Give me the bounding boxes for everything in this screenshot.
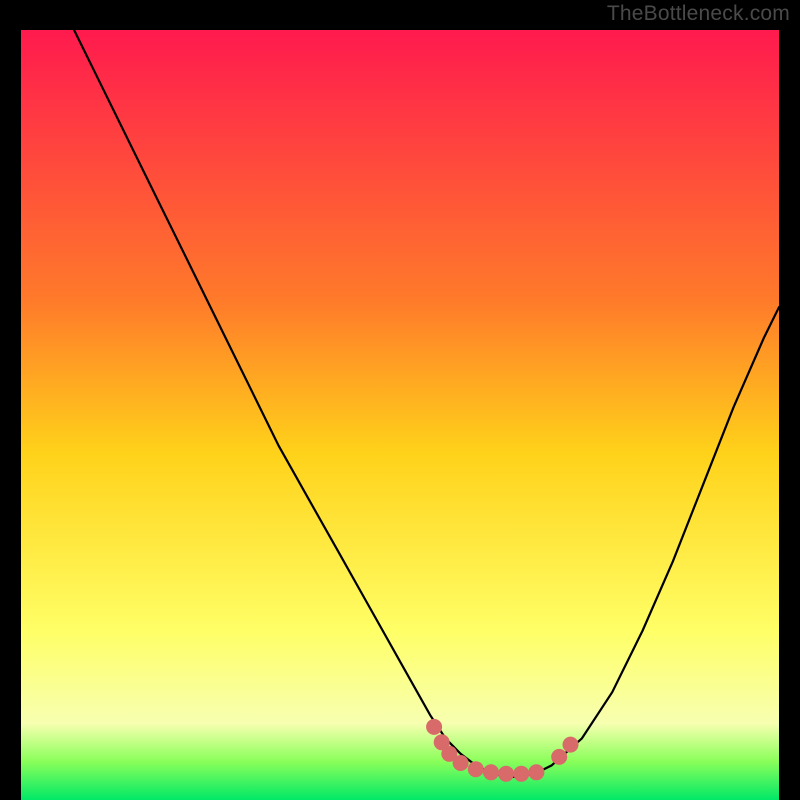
plot-area: [21, 30, 779, 800]
data-marker: [513, 766, 529, 782]
data-marker: [426, 719, 442, 735]
data-marker: [468, 761, 484, 777]
data-marker: [528, 764, 544, 780]
data-marker: [563, 737, 579, 753]
chart-frame: TheBottleneck.com: [0, 0, 800, 800]
watermark-text: TheBottleneck.com: [607, 2, 790, 26]
data-marker: [498, 766, 514, 782]
data-marker: [453, 755, 469, 771]
bottleneck-chart: [21, 30, 779, 800]
data-marker: [551, 749, 567, 765]
gradient-bg: [21, 30, 779, 800]
data-marker: [483, 764, 499, 780]
